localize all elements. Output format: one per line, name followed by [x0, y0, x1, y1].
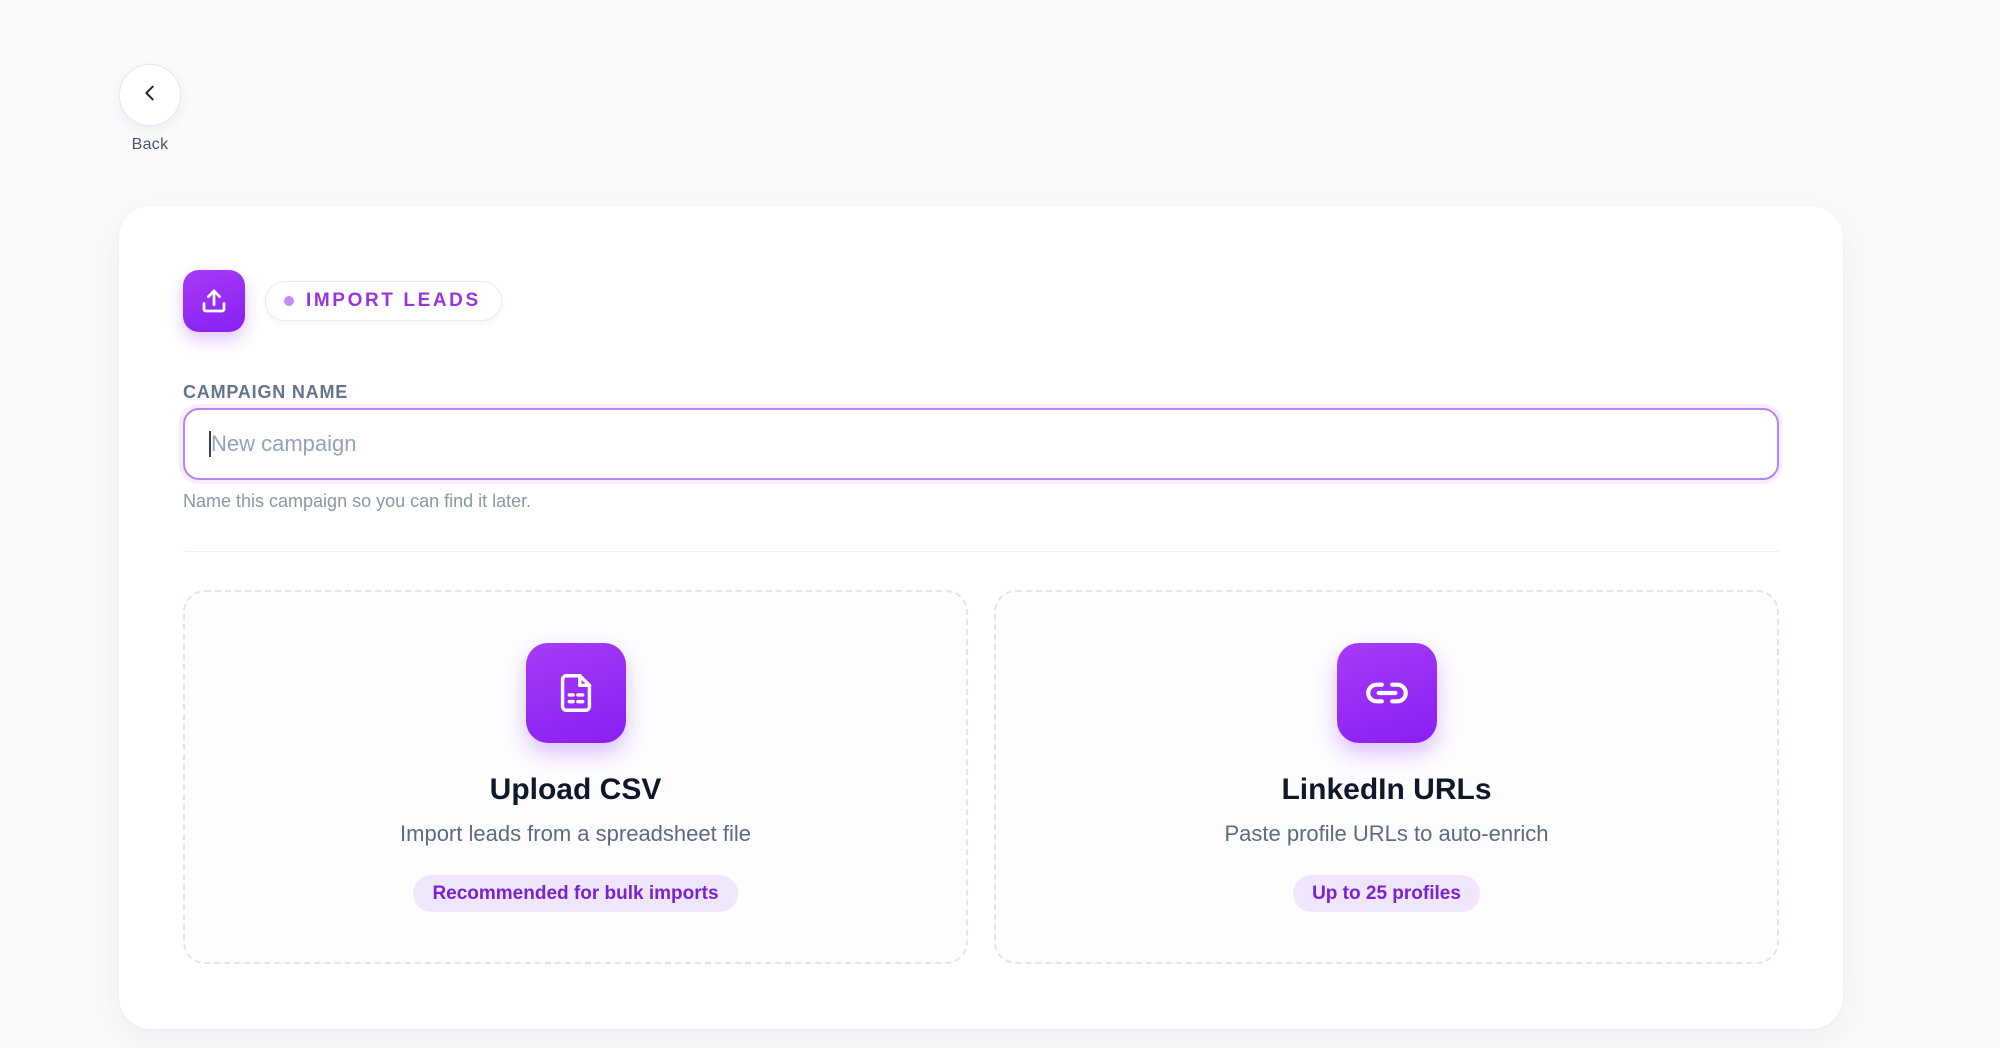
- card-header: IMPORT LEADS: [183, 270, 502, 332]
- badge-dot: [284, 296, 294, 306]
- back-control: Back: [119, 64, 181, 154]
- text-caret: [209, 431, 211, 457]
- file-document-icon: [525, 643, 626, 743]
- link-icon: [1336, 643, 1437, 743]
- option-title: Upload CSV: [489, 773, 662, 806]
- import-options: Upload CSV Import leads from a spreadshe…: [183, 590, 1779, 964]
- section-badge: IMPORT LEADS: [265, 281, 502, 321]
- chevron-left-icon: [139, 82, 161, 109]
- badge-label: IMPORT LEADS: [306, 290, 481, 311]
- divider: [183, 551, 1779, 552]
- campaign-name-label: CAMPAIGN NAME: [183, 382, 349, 402]
- option-title: LinkedIn URLs: [1281, 773, 1492, 806]
- option-badge: Recommended for bulk imports: [413, 875, 738, 912]
- option-description: Paste profile URLs to auto-enrich: [1224, 821, 1549, 846]
- upload-icon: [183, 270, 245, 332]
- campaign-name-hint: Name this campaign so you can find it la…: [183, 491, 532, 511]
- import-card: IMPORT LEADS CAMPAIGN NAME Name this cam…: [119, 206, 1843, 1029]
- option-description: Import leads from a spreadsheet file: [400, 821, 751, 846]
- back-label: Back: [131, 136, 169, 153]
- import-leads-page: Back IMPORT LEADS CAMPAIGN NAME Name thi…: [0, 0, 2000, 1048]
- back-button[interactable]: [119, 64, 181, 126]
- option-badge: Up to 25 profiles: [1293, 875, 1480, 912]
- linkedin-urls-option[interactable]: LinkedIn URLs Paste profile URLs to auto…: [994, 590, 1779, 964]
- campaign-name-input[interactable]: [183, 408, 1779, 480]
- upload-csv-option[interactable]: Upload CSV Import leads from a spreadshe…: [183, 590, 968, 964]
